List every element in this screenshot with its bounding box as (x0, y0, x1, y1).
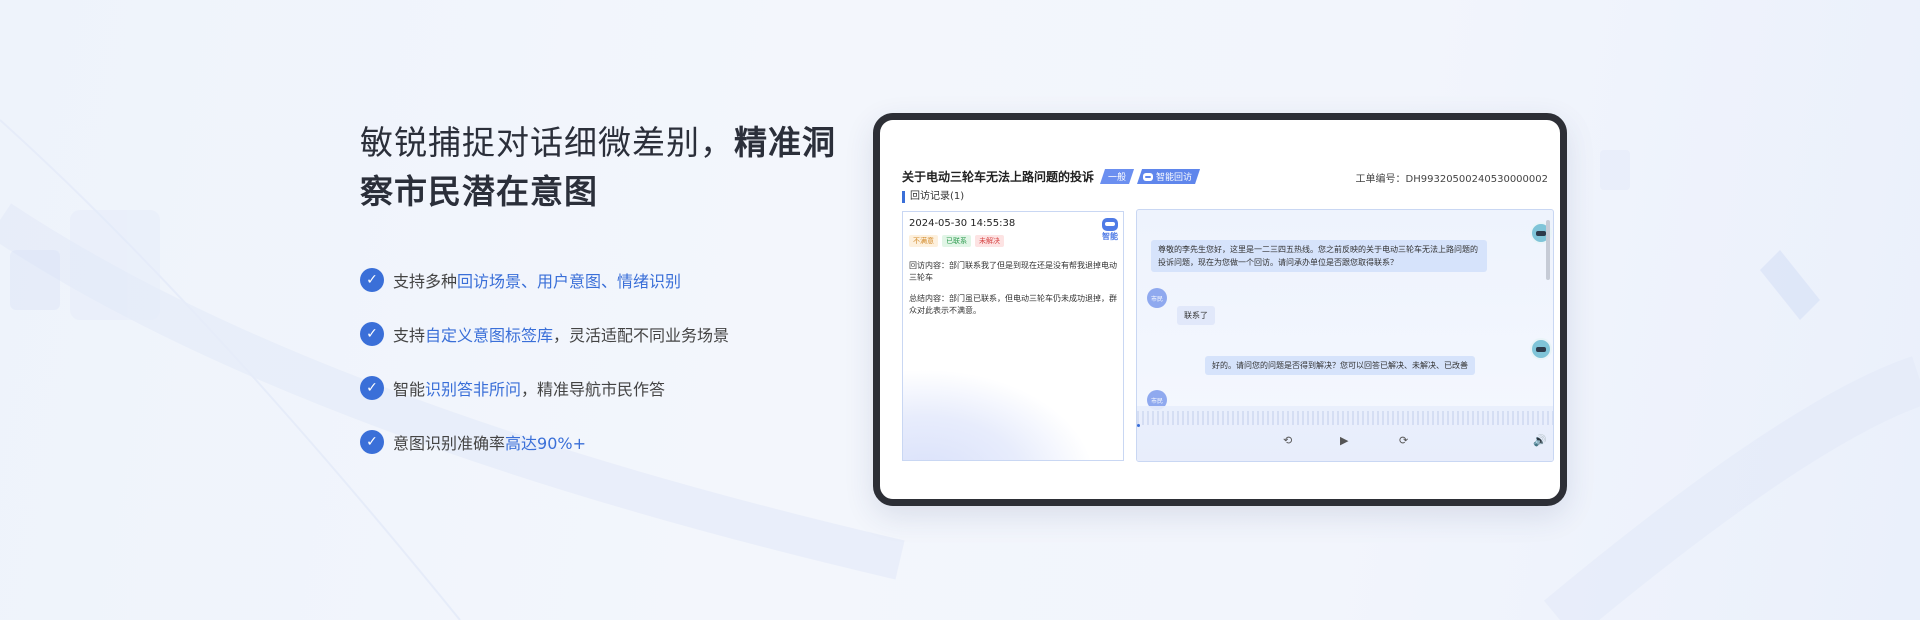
feature-item: ✓ 支持 自定义意图标签库 ，灵活适配不同业务场景 (360, 322, 729, 346)
check-icon: ✓ (360, 268, 384, 292)
chat-scrollbar[interactable] (1546, 220, 1550, 280)
headline-bold-1: 精准洞 (734, 123, 836, 162)
forward-icon[interactable]: ⟳ (1399, 434, 1408, 447)
feature-text-suffix: ，精准导航市民作答 (521, 380, 666, 399)
headline-normal: 敏锐捕捉对话细微差别， (360, 123, 734, 162)
volume-icon[interactable]: 🔊 (1533, 434, 1547, 447)
check-icon: ✓ (360, 430, 384, 454)
play-icon[interactable]: ▶ (1340, 434, 1348, 447)
record-text: 回访内容：部门联系我了但是到现在还是没有帮我退掉电动三轮车 总结内容：部门虽已联… (909, 260, 1117, 326)
progress-indicator[interactable] (1137, 424, 1140, 427)
feature-item: ✓ 支持多种 回访场景、用户意图、情绪识别 (360, 268, 729, 292)
feature-highlight: 识别答非所问 (425, 380, 522, 399)
ai-badge: 智能 (1102, 218, 1118, 242)
robot-icon (1102, 218, 1118, 231)
check-icon: ✓ (360, 376, 384, 400)
ai-badge-label: 智能 (1102, 232, 1118, 241)
record-badges: 不满意 已联系 未解决 (909, 235, 1004, 247)
rewind-icon[interactable]: ⟲ (1283, 434, 1292, 447)
feature-text-suffix: ，灵活适配不同业务场景 (553, 326, 730, 345)
ai-callback-tag-label: 智能回访 (1156, 173, 1193, 183)
check-icon: ✓ (360, 322, 384, 346)
record-content: 回访内容：部门联系我了但是到现在还是没有帮我退掉电动三轮车 (909, 261, 1117, 282)
record-summary: 总结内容：部门虽已联系，但电动三轮车仍未成功退掉，群众对此表示不满意。 (909, 294, 1117, 315)
feature-text: 智能 (393, 380, 426, 399)
device-frame: 关于电动三轮车无法上路问题的投诉 一般 智能回访 工单编号：DH99320500… (873, 113, 1567, 506)
chat-panel[interactable]: 尊敬的李先生您好，这里是一二三四五热线。您之前反映的关于电动三轮车无法上路问题的… (1136, 209, 1554, 462)
feature-highlight: 回访场景、用户意图、情绪识别 (457, 272, 682, 291)
audio-player: ⟲ ▶ ⟳ 🔊 (1137, 406, 1553, 461)
headline: 敏锐捕捉对话细微差别，精准洞察市民潜在意图 (360, 118, 840, 216)
status-badge: 未解决 (975, 235, 1004, 247)
priority-tag: 一般 (1100, 169, 1134, 184)
ai-callback-tag: 智能回访 (1137, 169, 1200, 184)
bot-avatar (1530, 338, 1552, 360)
ticket-title-text: 关于电动三轮车无法上路问题的投诉 (902, 170, 1095, 184)
feature-text: 支持多种 (393, 272, 458, 291)
bot-message: 尊敬的李先生您好，这里是一二三四五热线。您之前反映的关于电动三轮车无法上路问题的… (1151, 240, 1487, 272)
status-badge: 不满意 (909, 235, 938, 247)
user-avatar: 市民 (1147, 288, 1167, 308)
feature-text: 支持 (393, 326, 426, 345)
user-message: 联系了 (1177, 306, 1215, 325)
robot-icon (1143, 173, 1153, 181)
feature-list: ✓ 支持多种 回访场景、用户意图、情绪识别 ✓ 支持 自定义意图标签库 ，灵活适配不同… (360, 268, 729, 484)
card-decoration (903, 350, 1123, 460)
feature-highlight: 高达90%+ (505, 434, 586, 453)
bot-message: 好的。请问您的问题是否得到解决？您可以回答已解决、未解决、已改善 (1205, 356, 1475, 375)
feature-item: ✓ 智能 识别答非所问 ，精准导航市民作答 (360, 376, 729, 400)
audio-waveform[interactable] (1137, 411, 1553, 425)
headline-bold-2: 察市民潜在意图 (360, 172, 598, 211)
record-section-label: 回访记录(1) (902, 191, 964, 203)
feature-highlight: 自定义意图标签库 (425, 326, 554, 345)
feature-text: 意图识别准确率 (393, 434, 506, 453)
status-badge: 已联系 (942, 235, 971, 247)
ticket-title: 关于电动三轮车无法上路问题的投诉 一般 智能回访 (902, 168, 1200, 185)
feature-item: ✓ 意图识别准确率 高达90%+ (360, 430, 729, 454)
record-card[interactable]: 2024-05-30 14:55:38 不满意 已联系 未解决 智能 回访内容：… (902, 211, 1124, 461)
record-time: 2024-05-30 14:55:38 (909, 218, 1016, 229)
order-number: 工单编号：DH99320500240530000002 (1355, 174, 1548, 185)
